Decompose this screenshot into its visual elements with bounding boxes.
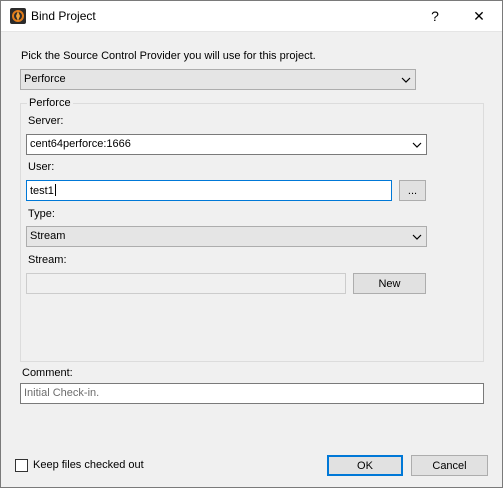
user-input-value: test1 [30, 185, 54, 197]
new-stream-button[interactable]: New [353, 273, 426, 294]
server-select-value: cent64perforce:1666 [30, 138, 131, 150]
ok-button[interactable]: OK [327, 455, 403, 476]
browse-user-label: ... [407, 184, 418, 197]
comment-input[interactable]: Initial Check-in. [20, 383, 484, 404]
provider-select-value: Perforce [24, 73, 66, 85]
chevron-down-icon [412, 234, 422, 240]
text-caret [54, 184, 56, 196]
type-select[interactable]: Stream [26, 226, 427, 247]
window-title: Bind Project [31, 9, 96, 23]
new-stream-label: New [378, 277, 401, 290]
stream-label: Stream: [28, 254, 67, 266]
comment-label: Comment: [22, 367, 73, 379]
close-icon: ✕ [473, 7, 485, 24]
keep-checked-out-label: Keep files checked out [33, 459, 144, 471]
cancel-label: Cancel [432, 459, 467, 472]
server-label: Server: [28, 115, 64, 127]
keep-checked-out-checkbox[interactable] [15, 459, 28, 472]
comment-placeholder: Initial Check-in. [24, 387, 100, 399]
perforce-group-label: Perforce [27, 97, 73, 109]
type-label: Type: [28, 208, 55, 220]
user-label: User: [28, 161, 55, 173]
bind-project-dialog: Bind Project ? ✕ Pick the Source Control… [0, 0, 503, 488]
ok-label: OK [357, 459, 373, 472]
provider-select[interactable]: Perforce [20, 69, 416, 90]
help-icon: ? [431, 8, 439, 24]
server-select[interactable]: cent64perforce:1666 [26, 134, 427, 155]
chevron-down-icon [412, 142, 422, 148]
cancel-button[interactable]: Cancel [411, 455, 488, 476]
title-bar: Bind Project ? ✕ [1, 1, 502, 32]
browse-user-button[interactable]: ... [399, 180, 426, 201]
help-button[interactable]: ? [412, 1, 458, 31]
provider-prompt: Pick the Source Control Provider you wil… [21, 50, 316, 62]
user-input[interactable]: test1 [26, 180, 392, 201]
stream-input[interactable] [26, 273, 346, 294]
app-icon [10, 8, 26, 24]
close-button[interactable]: ✕ [456, 1, 502, 31]
chevron-down-icon [401, 77, 411, 83]
type-select-value: Stream [30, 230, 66, 242]
